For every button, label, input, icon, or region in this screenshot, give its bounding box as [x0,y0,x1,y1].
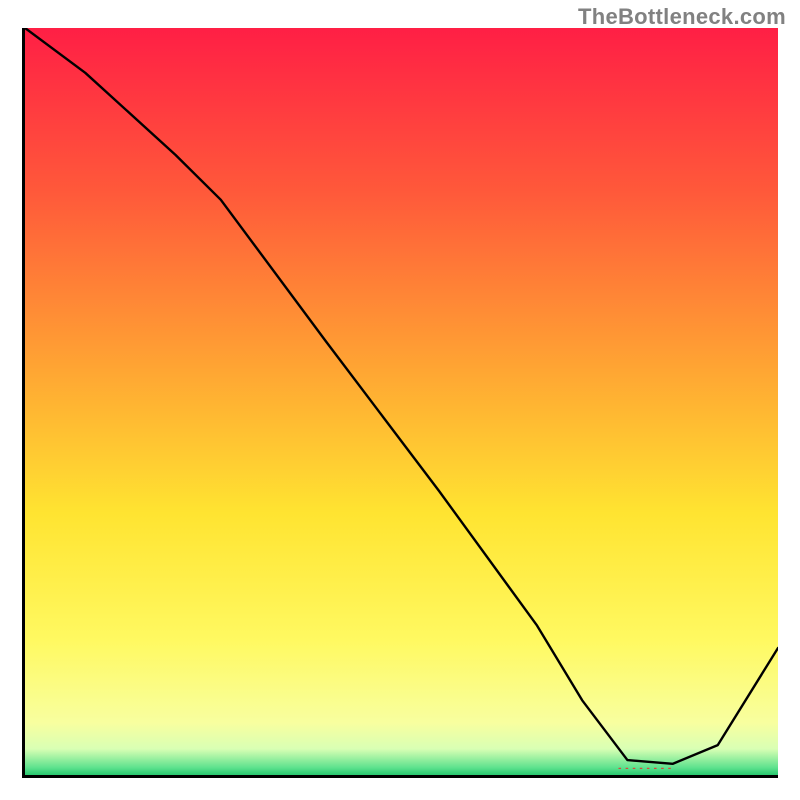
watermark-text: TheBottleneck.com [578,4,786,30]
recommended-dash-marker: - - - - - - - - [618,763,672,774]
plot-area: - - - - - - - - [22,28,778,778]
chart-stage: TheBottleneck.com - - - - - - - - [0,0,800,800]
gradient-fill [25,28,778,775]
chart-svg [25,28,778,775]
